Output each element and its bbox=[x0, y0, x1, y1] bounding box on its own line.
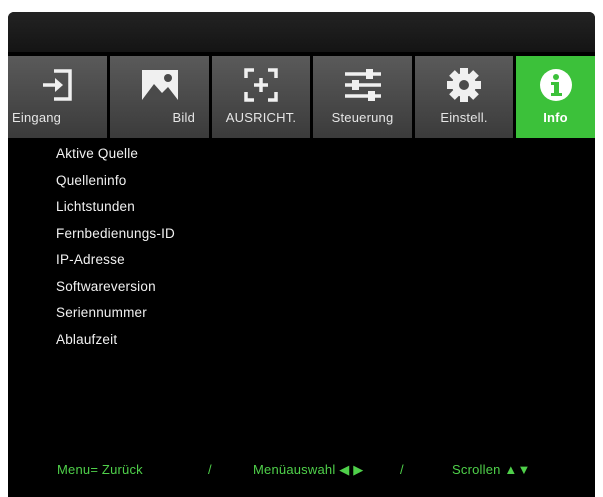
menu-item-ip-adresse[interactable]: IP-Adresse bbox=[56, 252, 175, 279]
osd-menu: Eingang Bild AUSRICHT. Steuerung Einstel… bbox=[8, 12, 595, 497]
tab-label: Einstell. bbox=[440, 110, 488, 125]
image-icon bbox=[110, 66, 209, 104]
gear-icon bbox=[415, 66, 513, 104]
menu-item-quelleninfo[interactable]: Quelleninfo bbox=[56, 173, 175, 200]
tab-bild[interactable]: Bild bbox=[110, 56, 209, 138]
tab-bar: Eingang Bild AUSRICHT. Steuerung Einstel… bbox=[8, 56, 595, 138]
info-menu-list: Aktive Quelle Quelleninfo Lichtstunden F… bbox=[56, 146, 175, 358]
tab-label: Bild bbox=[172, 110, 195, 125]
tab-einstell[interactable]: Einstell. bbox=[415, 56, 513, 138]
tab-label: Info bbox=[543, 110, 568, 125]
title-bar bbox=[8, 12, 595, 52]
hint-select: Menüauswahl ◀ ▶ bbox=[253, 462, 364, 477]
tab-steuerung[interactable]: Steuerung bbox=[313, 56, 412, 138]
hint-separator: / bbox=[400, 462, 404, 477]
tab-label: AUSRICHT. bbox=[225, 110, 297, 125]
menu-item-softwareversion[interactable]: Softwareversion bbox=[56, 279, 175, 306]
tab-label: Eingang bbox=[12, 110, 62, 125]
hint-scroll: Scrollen ▲▼ bbox=[452, 462, 531, 477]
menu-item-ablaufzeit[interactable]: Ablaufzeit bbox=[56, 332, 175, 359]
hint-back: Menu= Zurück bbox=[57, 462, 143, 477]
menu-item-lichtstunden[interactable]: Lichtstunden bbox=[56, 199, 175, 226]
tab-info[interactable]: Info bbox=[516, 56, 595, 138]
tab-eingang[interactable]: Eingang bbox=[8, 56, 107, 138]
alignment-icon bbox=[212, 66, 310, 104]
tab-label: Steuerung bbox=[331, 110, 394, 125]
info-icon bbox=[516, 66, 595, 104]
footer-hints: Menu= Zurück / Menüauswahl ◀ ▶ / Scrolle… bbox=[8, 452, 595, 497]
menu-item-seriennummer[interactable]: Seriennummer bbox=[56, 305, 175, 332]
menu-item-fernbedienungs-id[interactable]: Fernbedienungs-ID bbox=[56, 226, 175, 253]
menu-item-aktive-quelle[interactable]: Aktive Quelle bbox=[56, 146, 175, 173]
input-arrow-icon bbox=[8, 66, 107, 104]
hint-separator: / bbox=[208, 462, 212, 477]
tab-ausricht[interactable]: AUSRICHT. bbox=[212, 56, 310, 138]
sliders-icon bbox=[313, 66, 412, 104]
